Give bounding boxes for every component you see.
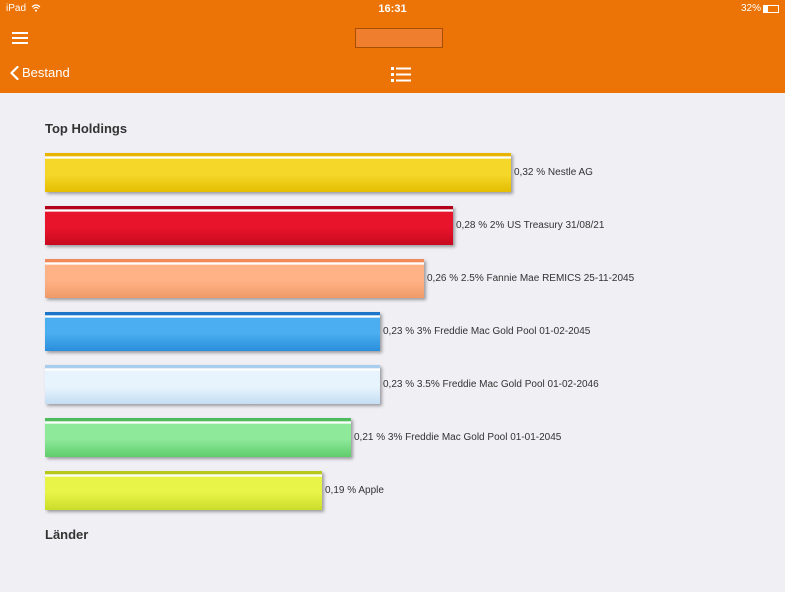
status-time: 16:31 bbox=[378, 3, 407, 15]
holding-label: 0,32 % Nestle AG bbox=[514, 167, 593, 178]
battery-indicator: 32% bbox=[741, 3, 779, 14]
battery-icon bbox=[763, 4, 779, 13]
back-button-label: Bestand bbox=[22, 65, 70, 80]
holding-label: 0,19 % Apple bbox=[325, 485, 384, 496]
navigation-bar: Bestand bbox=[0, 55, 785, 93]
list-icon[interactable] bbox=[391, 67, 411, 82]
holding-label: 0,23 % 3% Freddie Mac Gold Pool 01-02-20… bbox=[383, 326, 591, 337]
back-button[interactable]: Bestand bbox=[10, 65, 70, 80]
status-bar: iPad 16:31 32% bbox=[0, 0, 785, 22]
app-header bbox=[0, 22, 785, 55]
header-title-box bbox=[355, 28, 443, 48]
holdings-content: Top Holdings 0,32 % Nestle AG 0,28 % 2% U… bbox=[0, 93, 785, 592]
holding-bar[interactable] bbox=[45, 153, 511, 192]
chevron-left-icon bbox=[10, 65, 19, 80]
holding-bar[interactable] bbox=[45, 365, 380, 404]
holding-bar[interactable] bbox=[45, 312, 380, 351]
holding-bar[interactable] bbox=[45, 471, 322, 510]
holding-bar[interactable] bbox=[45, 259, 424, 298]
holding-label: 0,23 % 3.5% Freddie Mac Gold Pool 01-02-… bbox=[383, 379, 599, 390]
holding-bar[interactable] bbox=[45, 206, 453, 245]
holding-bar[interactable] bbox=[45, 418, 351, 457]
battery-percent: 32% bbox=[740, 3, 761, 14]
countries-title: Länder bbox=[45, 527, 89, 542]
holding-label: 0,28 % 2% US Treasury 31/08/21 bbox=[456, 220, 605, 231]
hamburger-icon[interactable] bbox=[12, 32, 28, 45]
top-holdings-title: Top Holdings bbox=[45, 121, 128, 136]
holding-label: 0,26 % 2.5% Fannie Mae REMICS 25-11-2045 bbox=[427, 273, 635, 284]
holding-label: 0,21 % 3% Freddie Mac Gold Pool 01-01-20… bbox=[354, 432, 562, 443]
